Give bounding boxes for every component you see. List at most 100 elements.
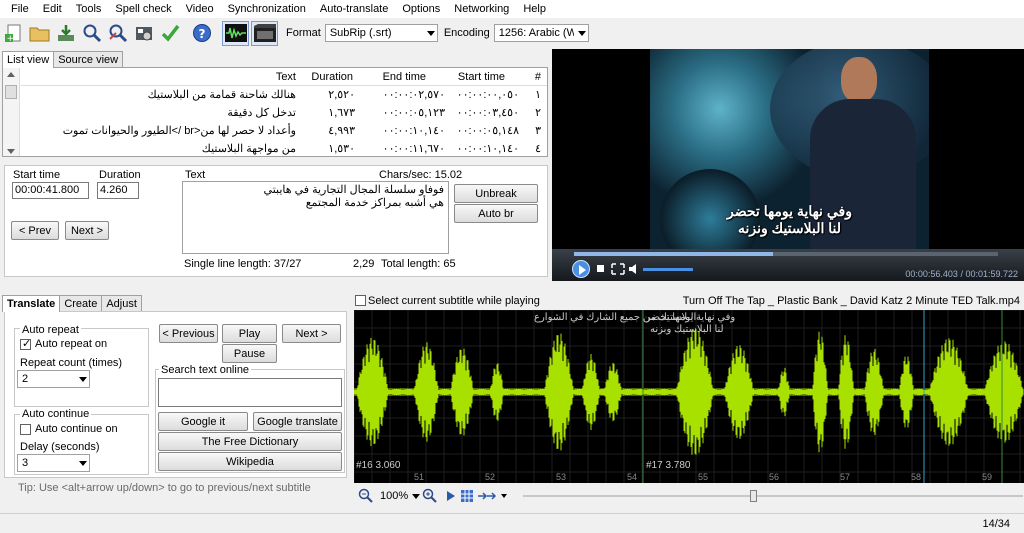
previous-button[interactable]: < Previous xyxy=(159,324,218,343)
menu-video[interactable]: Video xyxy=(179,3,221,15)
play-icon[interactable] xyxy=(572,260,590,278)
col-header-duration[interactable]: Duration xyxy=(311,68,353,86)
col-header-end[interactable]: End time xyxy=(383,68,426,86)
repeat-count-select[interactable]: 2 xyxy=(17,370,90,388)
volume-slider[interactable] xyxy=(643,268,693,271)
menu-networking[interactable]: Networking xyxy=(447,3,516,15)
table-row[interactable]: ١ ٠٠:٠٠:٠٠,٠٥٠ ٠٠:٠٠:٠٢,٥٧٠ ٢,٥٢٠ هنالك شاحن… xyxy=(21,86,547,104)
cell-duration: ١,٥٣٠ xyxy=(328,143,355,155)
cell-start-time: ٠٠:٠٠:١٠,١٤٠ xyxy=(456,143,519,155)
select-current-checkbox[interactable] xyxy=(355,295,366,306)
list-scrollbar[interactable] xyxy=(3,68,20,156)
unbreak-button[interactable]: Unbreak xyxy=(454,184,538,203)
cell-duration: ١,٦٧٣ xyxy=(328,107,355,119)
google-translate-button[interactable]: Google translate xyxy=(253,412,342,431)
video-filename: Turn Off The Tap _ Plastic Bank _ David … xyxy=(682,295,1020,307)
start-time-input[interactable]: 00:00:41.800 xyxy=(12,182,89,199)
spell-check-icon[interactable] xyxy=(158,21,182,45)
auto-continue-checkbox[interactable] xyxy=(20,424,31,435)
text-line-2: هي أشبه بمراكز خدمة المجتمع xyxy=(305,197,444,209)
waveform-toolbar: 100% xyxy=(354,486,1024,506)
slider-thumb[interactable] xyxy=(750,490,757,502)
time-tick: 53 xyxy=(556,472,567,482)
chevron-down-icon[interactable] xyxy=(501,494,507,498)
menu-tools[interactable]: Tools xyxy=(69,3,109,15)
find-icon[interactable] xyxy=(80,21,104,45)
save-icon[interactable] xyxy=(54,21,78,45)
table-row[interactable]: ٣ ٠٠:٠٠:٠٥,١٤٨ ٠٠:٠٠:١٠,١٤٠ ٤,٩٩٣ وأعداد لا … xyxy=(21,122,547,140)
time-tick: 52 xyxy=(485,472,496,482)
arrows-icon[interactable] xyxy=(477,488,499,504)
replace-icon[interactable] xyxy=(106,21,130,45)
chevron-down-icon xyxy=(412,493,421,499)
tab-adjust[interactable]: Adjust xyxy=(101,295,142,312)
video-subtitle-line-1: وفي نهاية يومها تحضر xyxy=(727,203,852,219)
menu-auto-translate[interactable]: Auto-translate xyxy=(313,3,395,15)
encoding-select[interactable]: 1256: Arabic (Windo xyxy=(493,24,589,42)
menu-help[interactable]: Help xyxy=(516,3,553,15)
wikipedia-button[interactable]: Wikipedia xyxy=(158,452,342,471)
zoom-in-icon[interactable] xyxy=(422,488,438,504)
grid-icon[interactable] xyxy=(460,488,474,504)
next-button[interactable]: Next > xyxy=(65,221,109,240)
tab-create[interactable]: Create xyxy=(59,295,103,312)
tab-list-view[interactable]: List view xyxy=(2,51,55,68)
col-header-text[interactable]: Text xyxy=(276,68,296,86)
auto-repeat-checkbox[interactable] xyxy=(20,337,31,350)
scroll-thumb[interactable] xyxy=(5,85,17,99)
free-dictionary-button[interactable]: The Free Dictionary xyxy=(158,432,342,451)
tab-translate[interactable]: Translate xyxy=(2,295,61,312)
video-subtitle-line-2: لنا البلاستيك ونزنه xyxy=(737,220,842,236)
fix-common-errors-icon[interactable] xyxy=(132,21,156,45)
play-selection-icon[interactable] xyxy=(444,488,458,504)
delay-select[interactable]: 3 xyxy=(17,454,90,472)
menu-edit[interactable]: Edit xyxy=(36,3,69,15)
scroll-down-icon[interactable] xyxy=(7,149,15,154)
tab-source-view[interactable]: Source view xyxy=(53,51,124,68)
zoom-value: 100% xyxy=(380,490,409,502)
volume-icon[interactable] xyxy=(628,263,640,275)
waveform-toggle-icon[interactable] xyxy=(222,20,249,46)
search-text-input[interactable] xyxy=(158,378,342,407)
single-line-length: Single line length: 37/27 xyxy=(184,258,302,270)
subtitle-list: # Start time End time Duration Text ١ ٠٠:… xyxy=(2,67,548,157)
zoom-select[interactable]: 100% xyxy=(376,487,421,505)
play-button[interactable]: Play xyxy=(222,324,277,343)
duration-label: Duration xyxy=(99,169,141,181)
line-ratio: 2,29 xyxy=(353,258,375,270)
menu-synchronization[interactable]: Synchronization xyxy=(221,3,313,15)
zoom-out-icon[interactable] xyxy=(358,488,374,504)
stop-icon[interactable] xyxy=(597,265,604,272)
table-row[interactable]: ٤ ٠٠:٠٠:١٠,١٤٠ ٠٠:٠٠:١١,٦٧٠ ١,٥٣٠ من مواجهة … xyxy=(21,140,547,156)
next-subtitle-button[interactable]: Next > xyxy=(282,324,341,343)
fullscreen-icon[interactable] xyxy=(611,263,625,275)
audio-waveform[interactable]: البلاستيك من جميع الشارك في الشوارع وفي … xyxy=(354,310,1024,483)
new-icon[interactable]: + xyxy=(2,21,26,45)
time-tick: 54 xyxy=(627,472,638,482)
video-toggle-icon[interactable] xyxy=(251,20,278,46)
video-player[interactable]: وفي نهاية يومها تحضر لنا البلاستيك ونزنه… xyxy=(552,49,1024,281)
open-icon[interactable] xyxy=(28,21,52,45)
search-online-title: Search text online xyxy=(159,364,252,376)
scroll-up-icon[interactable] xyxy=(7,72,15,77)
subtitle-text-editor[interactable]: فوفاو سلسلة المجال التجارية في هايبتي هي… xyxy=(182,181,449,254)
col-header-start[interactable]: Start time xyxy=(458,68,505,86)
menu-options[interactable]: Options xyxy=(395,3,447,15)
duration-input[interactable]: 4.260 xyxy=(97,182,139,199)
pause-button[interactable]: Pause xyxy=(222,344,277,363)
help-icon[interactable]: ? xyxy=(190,21,214,45)
encoding-label: Encoding xyxy=(443,27,490,39)
auto-repeat-title: Auto repeat xyxy=(20,324,81,336)
video-progress-bar[interactable] xyxy=(574,252,998,256)
col-header-number[interactable]: # xyxy=(535,68,541,86)
repeat-count-value: 2 xyxy=(22,373,29,385)
waveform-position-slider[interactable] xyxy=(523,488,1023,504)
google-it-button[interactable]: Google it xyxy=(158,412,248,431)
menu-spell-check[interactable]: Spell check xyxy=(108,3,178,15)
auto-br-button[interactable]: Auto br xyxy=(454,204,538,223)
menu-file[interactable]: File xyxy=(4,3,36,15)
table-row[interactable]: ٢ ٠٠:٠٠:٠٣,٤٥٠ ٠٠:٠٠:٠٥,١٢٣ ١,٦٧٣ تدخل كل دق… xyxy=(21,104,547,122)
edit-panel: Start time 00:00:41.800 Duration 4.260 <… xyxy=(4,165,548,277)
format-select[interactable]: SubRip (.srt) xyxy=(324,24,438,42)
prev-button[interactable]: < Prev xyxy=(11,221,59,240)
